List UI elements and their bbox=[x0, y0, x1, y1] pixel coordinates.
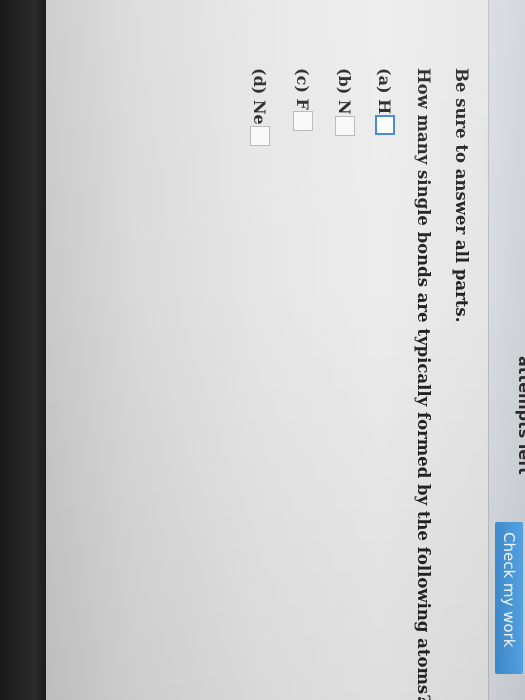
part-a-label: (a) H bbox=[375, 68, 395, 115]
part-c-label: (c) F bbox=[293, 68, 313, 110]
question-text: How many single bonds are typically form… bbox=[414, 68, 433, 700]
check-my-work-button[interactable]: Check my work bbox=[495, 522, 523, 674]
part-d-answer-input[interactable] bbox=[250, 125, 270, 146]
part-c: (c) F bbox=[293, 68, 313, 131]
monitor-screen: attempts left Check my work Be sure to a… bbox=[46, 0, 525, 700]
part-c-answer-input[interactable] bbox=[293, 110, 313, 131]
attempts-left-label: attempts left bbox=[515, 356, 525, 475]
part-d: (d) Ne bbox=[250, 68, 270, 146]
instruction-text: Be sure to answer all parts. bbox=[452, 68, 471, 323]
part-d-label: (d) Ne bbox=[250, 68, 270, 125]
rotated-page: attempts left Check my work Be sure to a… bbox=[46, 0, 525, 700]
part-b-answer-input[interactable] bbox=[335, 115, 355, 136]
part-a-answer-input[interactable] bbox=[375, 115, 395, 136]
photo-frame: attempts left Check my work Be sure to a… bbox=[0, 0, 525, 700]
part-b: (b) N bbox=[335, 68, 355, 136]
part-b-label: (b) N bbox=[335, 68, 355, 115]
part-a: (a) H bbox=[375, 68, 395, 136]
